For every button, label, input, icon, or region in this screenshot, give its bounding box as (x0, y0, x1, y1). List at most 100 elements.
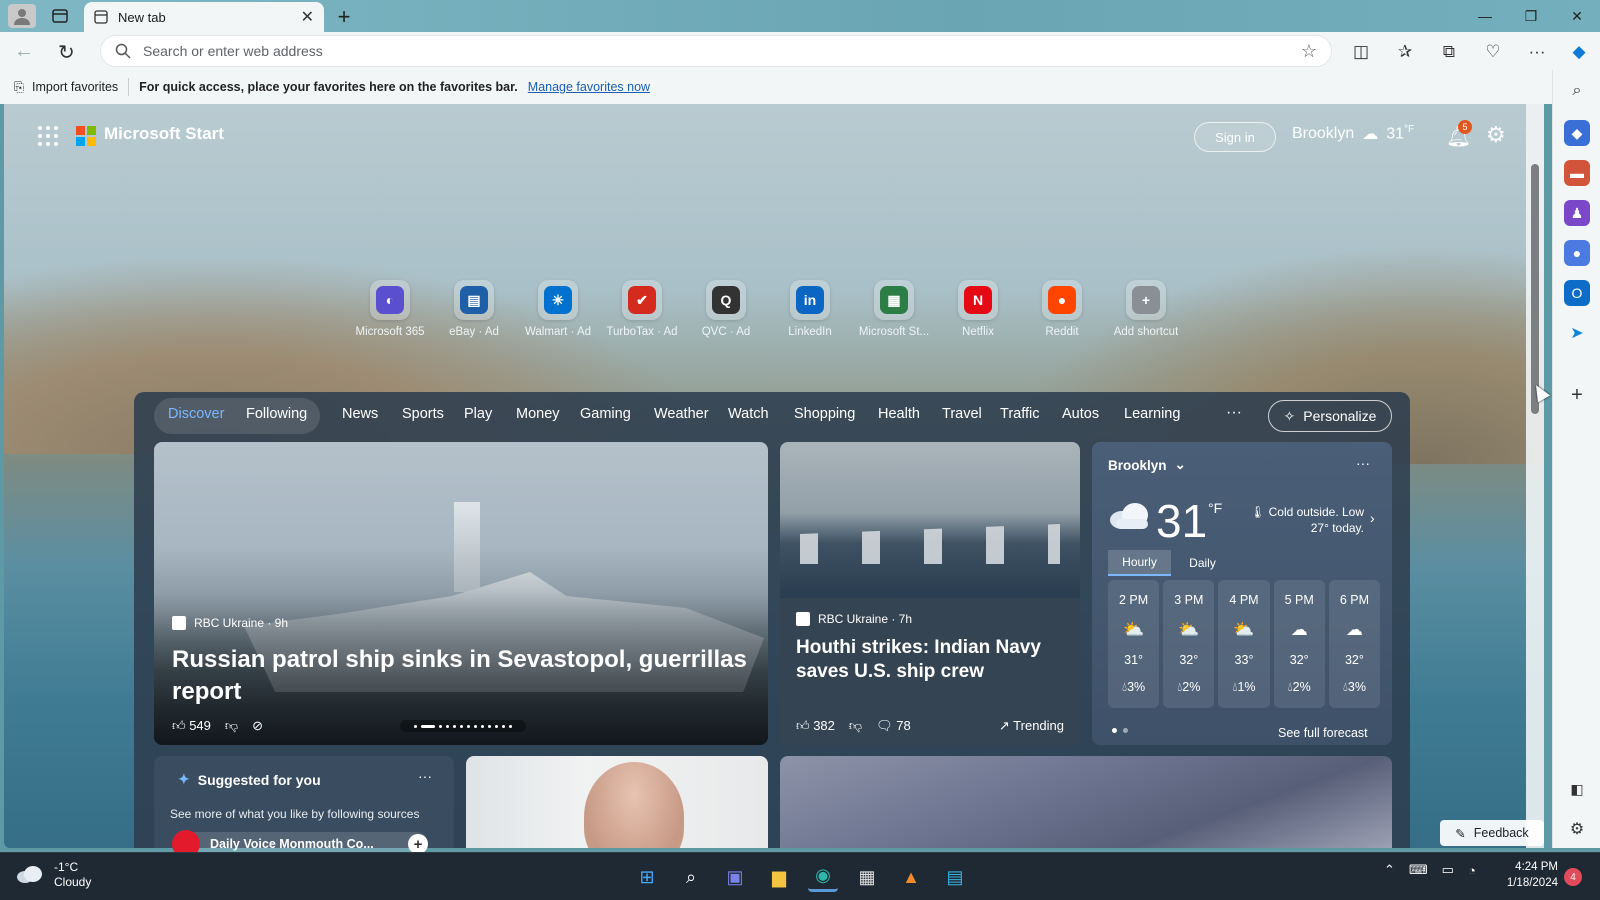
nav-item-learning[interactable]: Learning (1124, 406, 1180, 422)
vlc-icon[interactable]: ▲ (896, 862, 926, 892)
clock[interactable]: 4:24 PM 1/18/2024 (1494, 859, 1558, 891)
minimize-button[interactable]: — (1462, 0, 1508, 32)
nav-item-discover[interactable]: Discover (168, 406, 224, 422)
shortcut-tile[interactable]: in LinkedIn (768, 280, 852, 338)
nav-item-autos[interactable]: Autos (1062, 406, 1099, 422)
comments-button[interactable]: 🗨︎ 78 (876, 718, 911, 734)
like-button[interactable]: 👍︎ 549 (172, 718, 211, 734)
shortcut-tile[interactable]: + Add shortcut (1104, 280, 1188, 338)
shortcut-tile[interactable]: ◐ Microsoft 365 (348, 280, 432, 338)
shortcut-tile[interactable]: ▦ Microsoft St... (852, 280, 936, 338)
shortcut-tile[interactable]: ▤ eBay · Ad (432, 280, 516, 338)
weather-more-icon[interactable]: ··· (1356, 455, 1370, 471)
split-screen-icon[interactable]: ◫ (1346, 38, 1376, 66)
nav-item-travel[interactable]: Travel (942, 406, 982, 422)
hourly-item[interactable]: 4 PM ⛅ 33° 💧︎1% (1218, 580, 1270, 708)
profile-avatar[interactable] (8, 4, 36, 28)
like-button[interactable]: 👍︎ 382 (796, 718, 835, 734)
weather-location-select[interactable]: Brooklyn ⌄ (1108, 457, 1186, 473)
nav-item-sports[interactable]: Sports (402, 406, 444, 422)
tab-actions-icon[interactable] (48, 6, 72, 26)
chevron-up-icon[interactable]: ⌃ (1384, 862, 1395, 878)
shopping-tag-icon[interactable]: ◆ (1564, 120, 1590, 146)
app-icon[interactable]: ▤ (940, 862, 970, 892)
hero-source[interactable]: RBC Ukraine · 9h (172, 616, 288, 630)
microsoft-store-icon[interactable]: ▦ (852, 862, 882, 892)
close-tab-icon[interactable]: ✕ (301, 7, 314, 27)
favorite-star-icon[interactable]: ☆ (1301, 41, 1317, 62)
nav-item-shopping[interactable]: Shopping (794, 406, 855, 422)
edge-browser-icon[interactable]: ◉ (808, 862, 838, 892)
nav-item-watch[interactable]: Watch (728, 406, 769, 422)
nav-item-money[interactable]: Money (516, 406, 560, 422)
scrollbar-thumb[interactable] (1531, 164, 1539, 414)
notification-center-badge[interactable]: 4 (1564, 868, 1582, 886)
suggested-more-icon[interactable]: ··· (418, 768, 432, 784)
shortcut-tile[interactable]: ✳ Walmart · Ad (516, 280, 600, 338)
see-full-forecast-link[interactable]: See full forecast (1278, 726, 1368, 740)
sign-in-button[interactable]: Sign in (1194, 122, 1276, 152)
collections-icon[interactable]: ⧉ (1434, 38, 1464, 66)
sidebar-search-icon[interactable]: ⌕ (1564, 78, 1590, 104)
drop-icon[interactable]: ➤ (1564, 320, 1590, 346)
nav-item-following[interactable]: Following (246, 406, 307, 422)
shortcut-tile[interactable]: ● Reddit (1020, 280, 1104, 338)
hourly-item[interactable]: 3 PM ⛅ 32° 💧︎2% (1163, 580, 1215, 708)
shortcut-tile[interactable]: ✔ TurboTax · Ad (600, 280, 684, 338)
page-settings-gear-icon[interactable]: ⚙ (1486, 122, 1506, 148)
dislike-icon[interactable]: 👎︎ (225, 718, 238, 734)
hide-story-icon[interactable]: ⊘ (252, 718, 263, 734)
games-icon[interactable]: ♟ (1564, 200, 1590, 226)
network-icon[interactable]: ◔ (1468, 863, 1476, 878)
card-source[interactable]: RBC Ukraine · 7h (796, 612, 912, 626)
close-window-button[interactable]: ✕ (1554, 0, 1600, 32)
hourly-item[interactable]: 2 PM ⛅ 31° 💧︎3% (1108, 580, 1160, 708)
nav-item-news[interactable]: News (342, 406, 378, 422)
feedback-button[interactable]: ✎ Feedback (1440, 820, 1544, 846)
outlook-icon[interactable]: O (1564, 280, 1590, 306)
dislike-icon[interactable]: 👎︎ (849, 718, 862, 734)
restore-button[interactable]: ❐ (1508, 0, 1554, 32)
nav-item-health[interactable]: Health (878, 406, 920, 422)
shortcut-tile[interactable]: Q QVC · Ad (684, 280, 768, 338)
more-nav-button[interactable]: ··· (1226, 404, 1242, 422)
back-arrow-icon[interactable]: ← (14, 40, 42, 64)
carousel-indicator[interactable] (400, 720, 526, 732)
keyboard-icon[interactable]: ⌨ (1409, 862, 1428, 878)
browser-essentials-icon[interactable]: ♡ (1478, 38, 1508, 66)
refresh-icon[interactable]: ↻ (58, 40, 86, 64)
new-tab-button[interactable]: + (330, 4, 358, 30)
tab-hourly[interactable]: Hourly (1108, 550, 1171, 576)
news-card[interactable] (780, 756, 1392, 848)
header-weather[interactable]: Brooklyn ☁ 31°F (1292, 124, 1414, 144)
address-bar[interactable]: Search or enter web address ☆ (100, 35, 1332, 67)
nav-item-weather[interactable]: Weather (654, 406, 709, 422)
nav-item-traffic[interactable]: Traffic (1000, 406, 1039, 422)
tab-daily[interactable]: Daily (1171, 550, 1234, 576)
hide-sidebar-icon[interactable]: ◧ (1564, 776, 1590, 802)
microsoft-365-icon[interactable]: ● (1564, 240, 1590, 266)
file-explorer-icon[interactable]: ▆ (764, 862, 794, 892)
manage-favorites-link[interactable]: Manage favorites now (528, 80, 650, 94)
shortcut-tile[interactable]: N Netflix (936, 280, 1020, 338)
start-windows-icon[interactable]: ⊞ (632, 862, 662, 892)
import-favorites-button[interactable]: ⎘ Import favorites (14, 80, 118, 95)
add-icon[interactable]: + (1564, 382, 1590, 408)
tab-new-tab[interactable]: New tab ✕ (84, 2, 324, 32)
follow-plus-icon[interactable]: + (408, 834, 428, 854)
chevron-right-icon[interactable]: › (1370, 510, 1375, 526)
sidebar-settings-icon[interactable]: ⚙ (1564, 816, 1590, 842)
settings-more-icon[interactable]: ··· (1522, 38, 1552, 66)
page-scrollbar[interactable] (1526, 104, 1544, 848)
weather-pager[interactable] (1112, 728, 1128, 733)
teams-chat-icon[interactable]: ▣ (720, 862, 750, 892)
hourly-item[interactable]: 5 PM ☁ 32° 💧︎2% (1273, 580, 1325, 708)
personalize-button[interactable]: ✧ Personalize (1268, 400, 1392, 432)
tools-icon[interactable]: ▬ (1564, 160, 1590, 186)
microsoft-start-title[interactable]: Microsoft Start (104, 124, 224, 144)
taskbar-search-icon[interactable]: ⌕ (676, 862, 706, 892)
nav-item-gaming[interactable]: Gaming (580, 406, 631, 422)
card-headline[interactable]: Houthi strikes: Indian Navy saves U.S. s… (796, 636, 1066, 684)
display-icon[interactable]: ▭ (1442, 862, 1454, 878)
hourly-item[interactable]: 6 PM ☁ 32° 💧︎3% (1328, 580, 1381, 708)
